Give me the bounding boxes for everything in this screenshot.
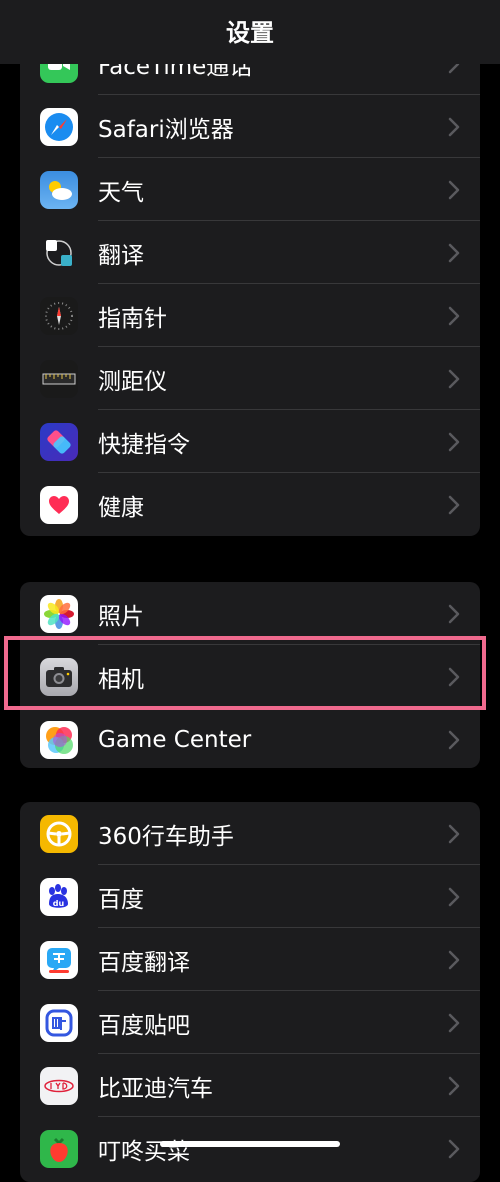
navigation-bar: 设置: [0, 0, 500, 64]
shortcuts-icon: [40, 422, 78, 461]
settings-row-weather[interactable]: 天气: [20, 158, 480, 221]
settings-row-label: 360行车助手: [98, 823, 234, 850]
chevron-right-icon: [448, 667, 460, 686]
settings-group-apple-apps: FaceTime通话 Safari浏览器 天气 翻译 指南针 测距仪 快捷指令 …: [20, 36, 480, 536]
settings-row-health[interactable]: 健康: [20, 473, 480, 536]
camera-icon: [40, 657, 78, 696]
translate-icon: [40, 233, 78, 272]
settings-row-shortcuts[interactable]: 快捷指令: [20, 410, 480, 473]
settings-row-dingdong[interactable]: 叮咚买菜: [20, 1117, 480, 1180]
settings-row-camera[interactable]: 相机: [20, 645, 480, 708]
chevron-right-icon: [448, 369, 460, 388]
settings-group-media: 照片 相机 Game Center: [20, 582, 480, 768]
chevron-right-icon: [448, 1139, 460, 1158]
settings-row-label: 翻译: [98, 242, 144, 269]
chevron-right-icon: [448, 887, 460, 906]
settings-row-baidu[interactable]: du 百度: [20, 865, 480, 928]
chevron-right-icon: [448, 432, 460, 451]
settings-row-360-driving[interactable]: 360行车助手: [20, 802, 480, 865]
baidu-icon: du: [40, 877, 78, 916]
game-center-icon: [40, 720, 78, 759]
chevron-right-icon: [448, 306, 460, 325]
chevron-right-icon: [448, 180, 460, 199]
home-indicator[interactable]: [160, 1141, 340, 1147]
safari-icon: [40, 107, 78, 146]
chevron-right-icon: [448, 495, 460, 514]
settings-row-translate[interactable]: 翻译: [20, 221, 480, 284]
steering-wheel-icon: [40, 814, 78, 853]
svg-text:du: du: [53, 899, 65, 908]
settings-row-safari[interactable]: Safari浏览器: [20, 95, 480, 158]
settings-row-photos[interactable]: 照片: [20, 582, 480, 645]
weather-icon: [40, 170, 78, 209]
settings-row-measure[interactable]: 测距仪: [20, 347, 480, 410]
settings-row-label: 天气: [98, 179, 144, 206]
settings-row-label: 快捷指令: [98, 431, 190, 458]
photos-icon: [40, 594, 78, 633]
settings-row-label: 照片: [98, 603, 144, 630]
settings-row-compass[interactable]: 指南针: [20, 284, 480, 347]
page-title: 设置: [226, 18, 274, 47]
byd-icon: [40, 1066, 78, 1105]
settings-row-baidu-translate[interactable]: 百度翻译: [20, 928, 480, 991]
settings-row-tieba[interactable]: 百度贴吧: [20, 991, 480, 1054]
settings-row-label: 指南针: [98, 305, 167, 332]
chevron-right-icon: [448, 604, 460, 623]
compass-icon: [40, 296, 78, 335]
settings-row-label: 百度翻译: [98, 949, 190, 976]
settings-group-third-party-apps: 360行车助手 du 百度 百度翻译 百度贴吧 比亚迪汽车 叮咚买菜: [20, 802, 480, 1182]
settings-row-label: 百度: [98, 886, 144, 913]
chevron-right-icon: [448, 1076, 460, 1095]
settings-row-byd[interactable]: 比亚迪汽车: [20, 1054, 480, 1117]
chevron-right-icon: [448, 824, 460, 843]
chevron-right-icon: [448, 1013, 460, 1032]
settings-row-label: 比亚迪汽车: [98, 1075, 213, 1102]
chevron-right-icon: [448, 243, 460, 262]
dingdong-icon: [40, 1129, 78, 1168]
measure-icon: [40, 359, 78, 398]
chevron-right-icon: [448, 117, 460, 136]
chevron-right-icon: [448, 730, 460, 749]
settings-row-label: Game Center: [98, 726, 252, 753]
settings-row-label: Safari浏览器: [98, 116, 234, 143]
settings-row-label: 健康: [98, 494, 144, 521]
settings-row-game-center[interactable]: Game Center: [20, 708, 480, 768]
baidu-translate-icon: [40, 940, 78, 979]
settings-row-label: 百度贴吧: [98, 1012, 190, 1039]
health-icon: [40, 485, 78, 524]
tieba-icon: [40, 1003, 78, 1042]
settings-row-label: 叮咚买菜: [98, 1138, 190, 1165]
settings-row-label: 测距仪: [98, 368, 167, 395]
settings-row-label: 相机: [98, 666, 144, 693]
chevron-right-icon: [448, 950, 460, 969]
